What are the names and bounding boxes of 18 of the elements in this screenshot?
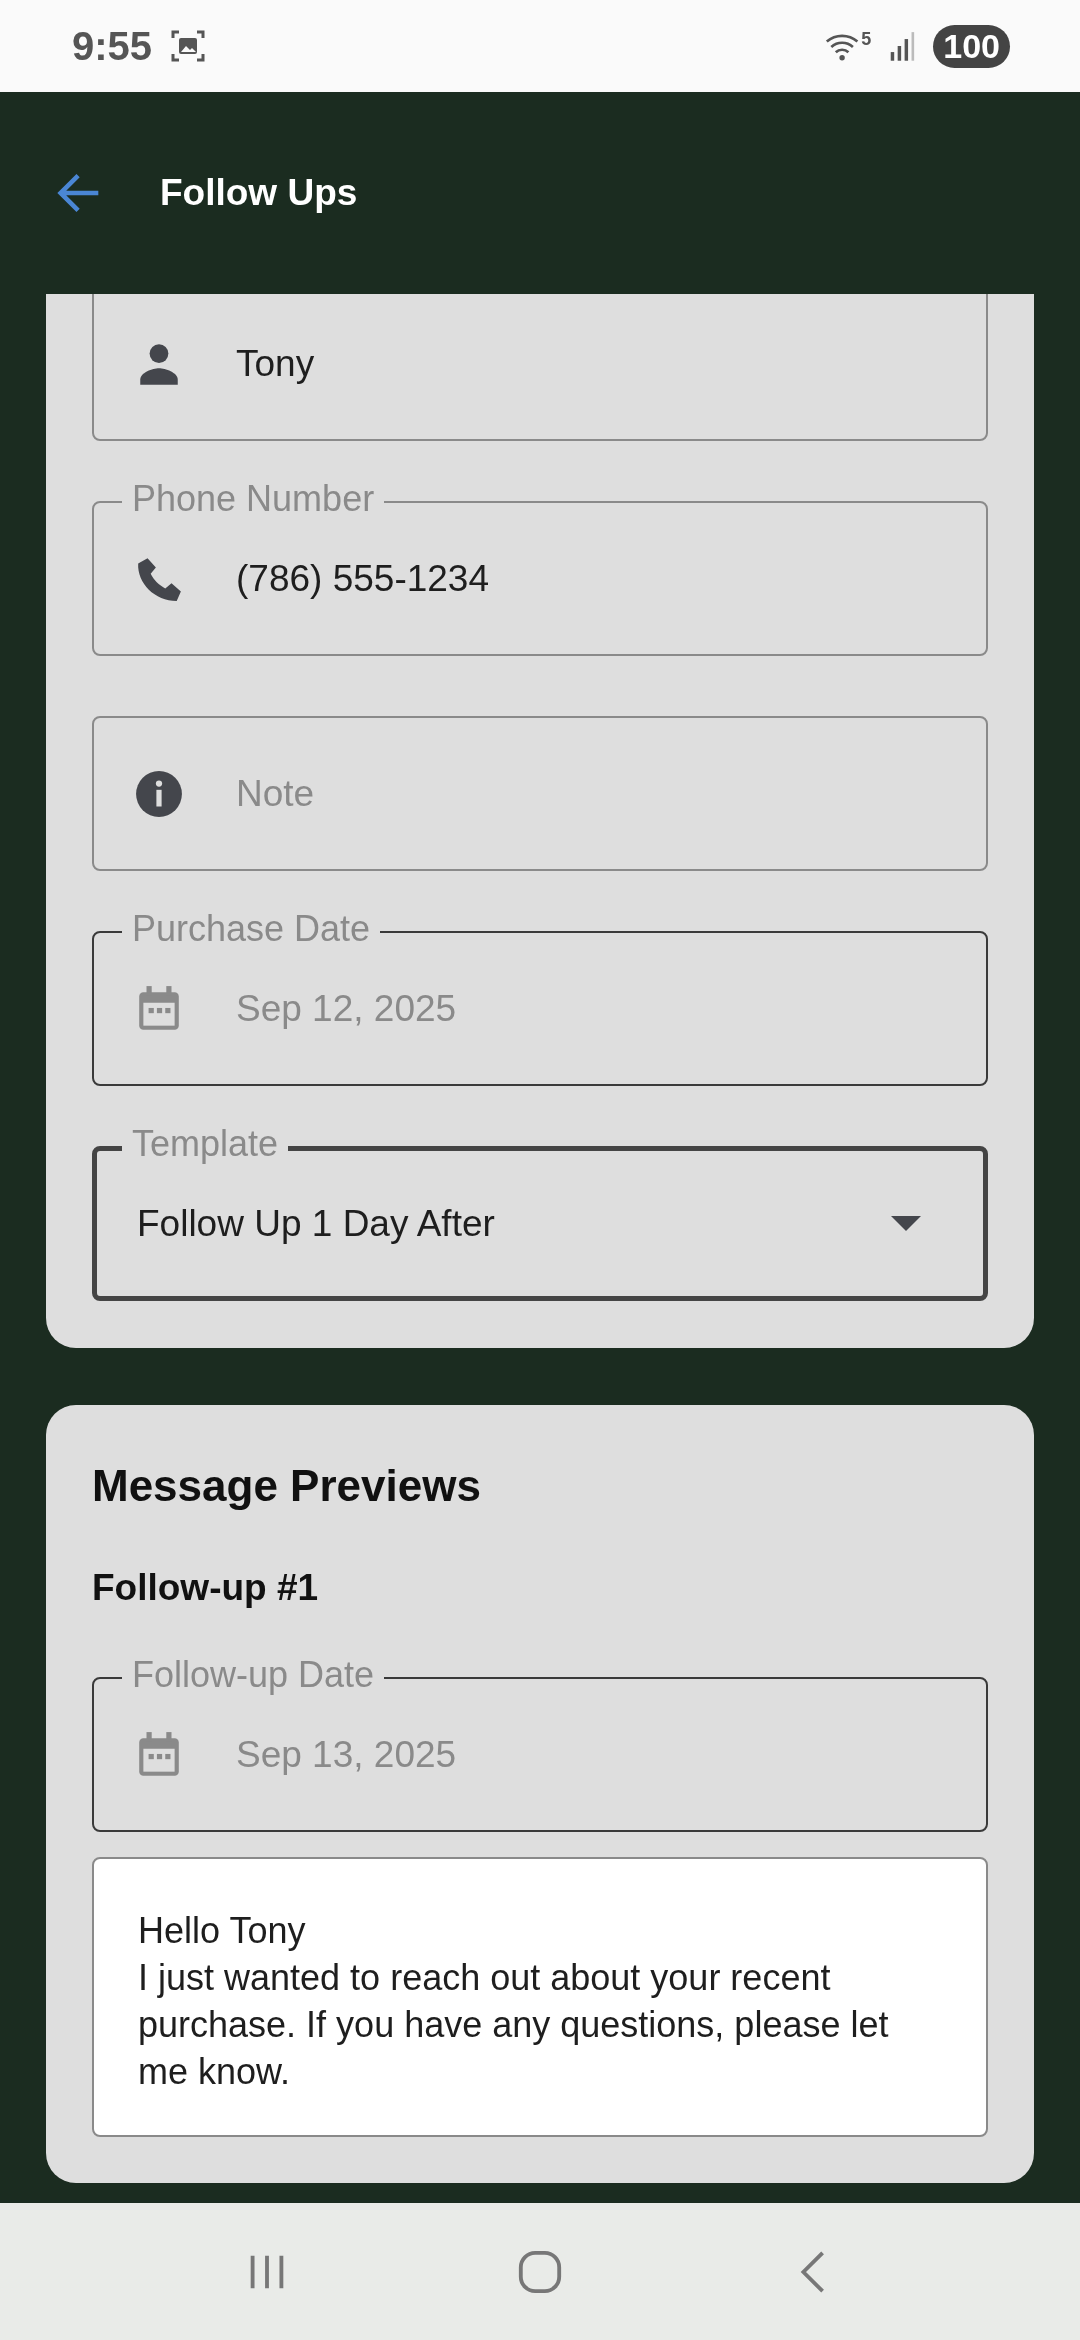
field-value: Sep 12, 2025	[236, 987, 457, 1030]
field-value: Tony	[236, 342, 315, 385]
section-title: Message Previews	[92, 1461, 482, 1511]
signal-icon	[889, 30, 916, 62]
screen-title: Follow Ups	[160, 172, 358, 214]
field-value: (786) 555-1234	[236, 557, 490, 600]
field-value: Follow Up 1 Day After	[137, 1202, 495, 1245]
follow-up-heading: Follow-up #1	[92, 1567, 320, 1609]
battery-level: 100	[933, 24, 1010, 68]
network-type: 5	[861, 30, 872, 48]
clock-time: 9:55	[72, 23, 153, 69]
field-placeholder: Note	[236, 772, 315, 815]
text-field[interactable]: Tony	[92, 294, 988, 441]
dropdown-caret-icon	[891, 1215, 921, 1232]
field-value: Sep 13, 2025	[236, 1733, 457, 1776]
message-preview-text: Hello Tony I just wanted to reach out about your recent purchase. If you have any questions, please let me know.	[92, 1857, 988, 2137]
screenshot-icon	[170, 28, 207, 64]
info-icon	[134, 768, 184, 819]
